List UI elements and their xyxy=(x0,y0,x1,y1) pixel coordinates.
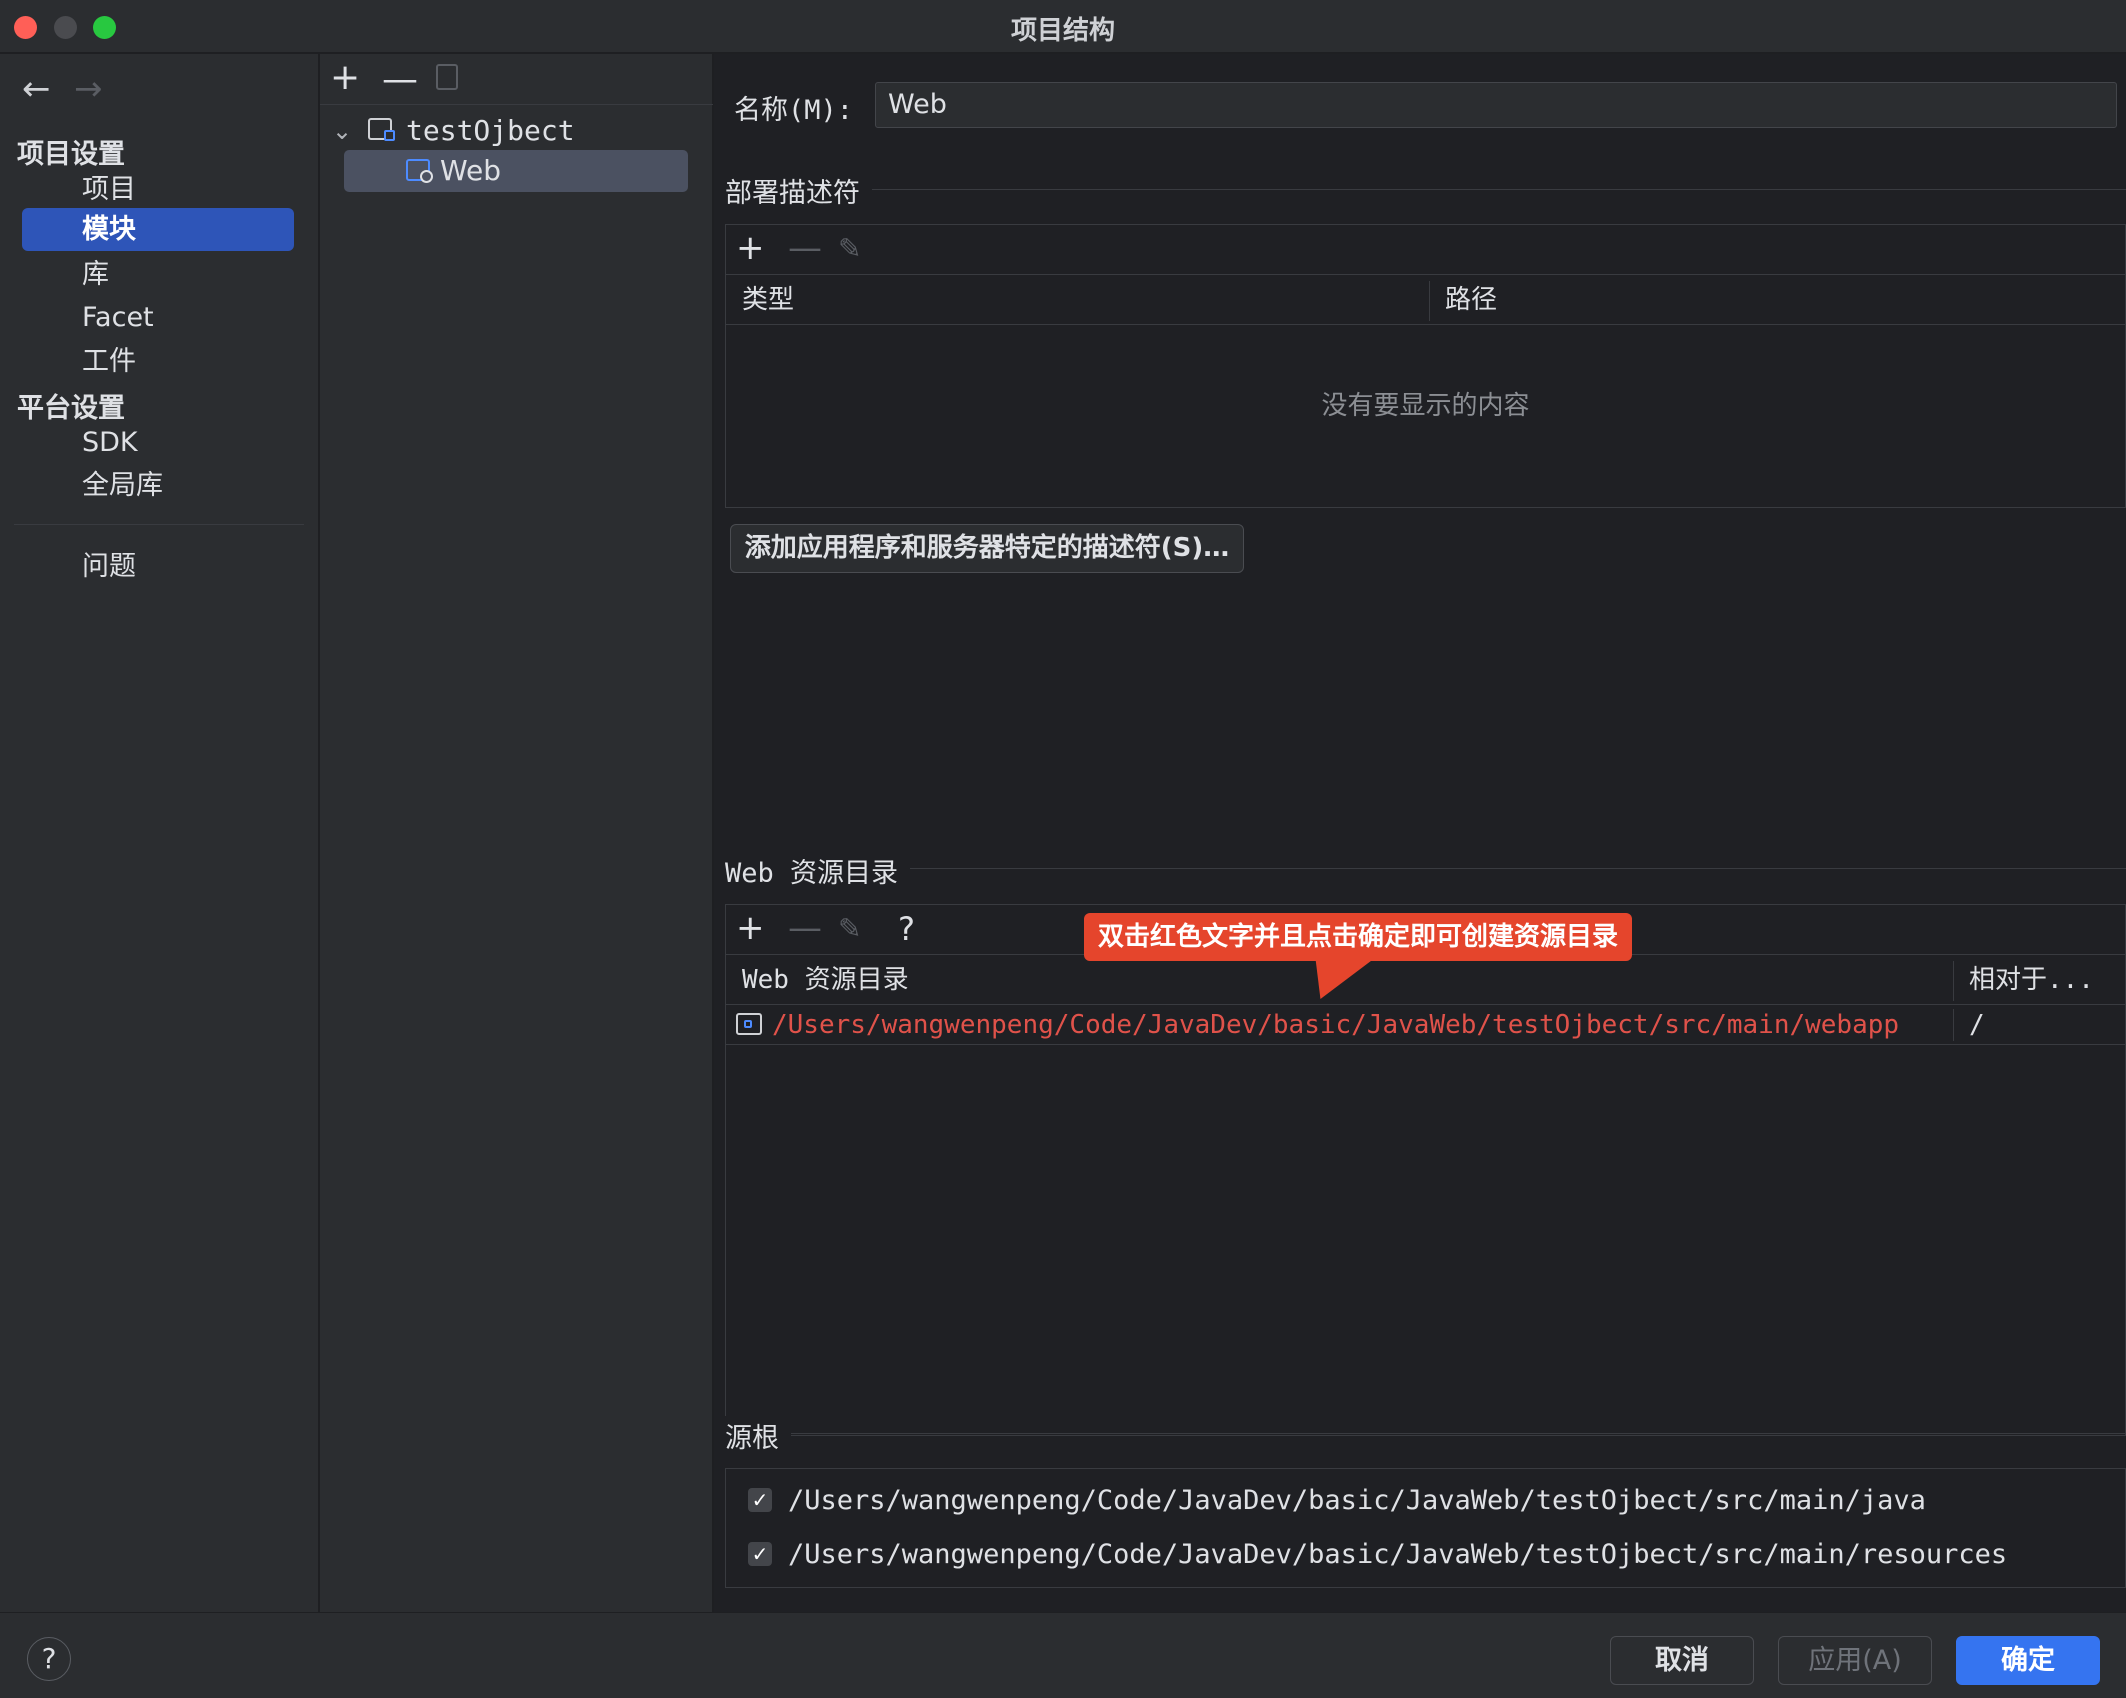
sidebar-item-global-libraries[interactable]: 全局库 xyxy=(22,464,294,507)
copy-module-icon[interactable] xyxy=(436,64,458,90)
deploy-section-title: 部署描述符 xyxy=(725,171,872,210)
sidebar-item-artifacts[interactable]: 工件 xyxy=(22,340,294,383)
web-res-col-relative[interactable]: 相对于... xyxy=(1953,955,2094,1005)
module-badge-icon xyxy=(384,130,395,141)
sidebar-item-project[interactable]: 项目 xyxy=(22,168,294,211)
help-question-icon[interactable]: ? xyxy=(898,913,915,945)
web-folder-icon xyxy=(736,1013,762,1035)
annotation-callout: 双击红色文字并且点击确定即可创建资源目录 xyxy=(1084,913,1633,961)
source-roots-section-title: 源根 xyxy=(725,1416,791,1455)
sidebar-item-libraries[interactable]: 库 xyxy=(22,253,294,296)
web-res-path[interactable]: /Users/wangwenpeng/Code/JavaDev/basic/Ja… xyxy=(772,1005,1899,1045)
source-root-checkbox[interactable]: ✓ xyxy=(748,1542,772,1566)
module-tree-panel: + — ⌄ testOjbect Web xyxy=(320,54,713,1612)
tree-toolbar-separator xyxy=(320,104,713,105)
apply-button[interactable]: 应用(A) xyxy=(1778,1636,1932,1685)
remove-module-icon[interactable]: — xyxy=(382,62,418,98)
sidebar-item-facets[interactable]: Facet xyxy=(22,296,294,339)
web-resource-table: + — ✎ ? Web 资源目录 相对于... /Users/wangwenpe… xyxy=(725,904,2126,1436)
source-roots-section-line xyxy=(734,1433,2126,1434)
sidebar-group-project-settings: 项目设置 xyxy=(17,139,125,170)
web-res-row[interactable]: /Users/wangwenpeng/Code/JavaDev/basic/Ja… xyxy=(726,1005,2125,1045)
help-button[interactable]: ? xyxy=(27,1637,71,1681)
settings-sidebar: ← → 项目设置 项目 模块 库 Facet 工件 平台设置 SDK 全局库 问… xyxy=(0,54,319,1612)
column-separator xyxy=(1953,1009,1954,1041)
source-root-row[interactable]: ✓ /Users/wangwenpeng/Code/JavaDev/basic/… xyxy=(726,1475,2125,1527)
module-name-input[interactable]: Web xyxy=(875,82,2117,128)
back-arrow-icon[interactable]: ← xyxy=(22,69,51,109)
deploy-section-line xyxy=(734,189,2126,190)
source-root-path: /Users/wangwenpeng/Code/JavaDev/basic/Ja… xyxy=(788,1539,2008,1570)
add-descriptor-button[interactable]: 添加应用程序和服务器特定的描述符(S)… xyxy=(730,524,1244,573)
globe-icon xyxy=(420,170,433,183)
deploy-descriptor-table: + — ✎ 类型 路径 没有要显示的内容 xyxy=(725,224,2126,508)
ok-button[interactable]: 确定 xyxy=(1956,1636,2100,1685)
web-res-section-line xyxy=(734,868,2126,869)
source-root-row[interactable]: ✓ /Users/wangwenpeng/Code/JavaDev/basic/… xyxy=(726,1529,2125,1581)
sidebar-item-modules[interactable]: 模块 xyxy=(22,208,294,251)
deploy-col-path[interactable]: 路径 xyxy=(1429,275,1497,325)
title-bar: 项目结构 xyxy=(0,0,2126,53)
source-root-path: /Users/wangwenpeng/Code/JavaDev/basic/Ja… xyxy=(788,1485,1926,1516)
sidebar-group-platform-settings: 平台设置 xyxy=(17,393,125,424)
web-res-table-header: Web 资源目录 相对于... xyxy=(726,955,2125,1005)
remove-web-res-icon[interactable]: — xyxy=(788,911,822,945)
tree-node-web-label: Web xyxy=(440,154,502,187)
window-title: 项目结构 xyxy=(1010,16,1115,46)
source-root-checkbox[interactable]: ✓ xyxy=(748,1488,772,1512)
deploy-table-header: 类型 路径 xyxy=(726,275,2125,325)
chevron-down-icon[interactable]: ⌄ xyxy=(332,110,352,152)
deploy-toolbar: + — ✎ xyxy=(726,225,2125,275)
edit-pencil-icon[interactable]: ✎ xyxy=(838,915,861,943)
dialog-footer: ? 取消 应用(A) 确定 xyxy=(0,1612,2126,1698)
tree-node-web[interactable]: Web xyxy=(344,150,688,192)
deploy-empty-text: 没有要显示的内容 xyxy=(1321,391,1530,421)
module-settings-content: 名称(M): Web 部署描述符 + — ✎ 类型 路径 没有要显示的内容 添加… xyxy=(714,54,2126,1612)
sidebar-item-sdk[interactable]: SDK xyxy=(22,421,294,464)
web-res-col-dir[interactable]: Web 资源目录 xyxy=(726,955,909,1005)
remove-descriptor-icon[interactable]: — xyxy=(788,231,822,265)
web-res-relative[interactable]: / xyxy=(1969,1005,1985,1045)
sidebar-divider xyxy=(14,524,304,525)
deploy-col-type[interactable]: 类型 xyxy=(726,275,794,325)
web-res-section-title: Web 资源目录 xyxy=(725,851,911,890)
add-web-res-icon[interactable]: + xyxy=(736,911,765,945)
name-label: 名称(M): xyxy=(734,95,854,126)
add-descriptor-icon[interactable]: + xyxy=(736,231,765,265)
forward-arrow-icon[interactable]: → xyxy=(74,69,103,109)
source-roots-list: ✓ /Users/wangwenpeng/Code/JavaDev/basic/… xyxy=(725,1468,2126,1588)
add-module-icon[interactable]: + xyxy=(330,60,360,96)
cancel-button[interactable]: 取消 xyxy=(1610,1636,1754,1685)
edit-pencil-icon[interactable]: ✎ xyxy=(838,235,861,263)
tree-node-project-label: testOjbect xyxy=(406,114,575,147)
sidebar-item-problems[interactable]: 问题 xyxy=(22,545,294,588)
